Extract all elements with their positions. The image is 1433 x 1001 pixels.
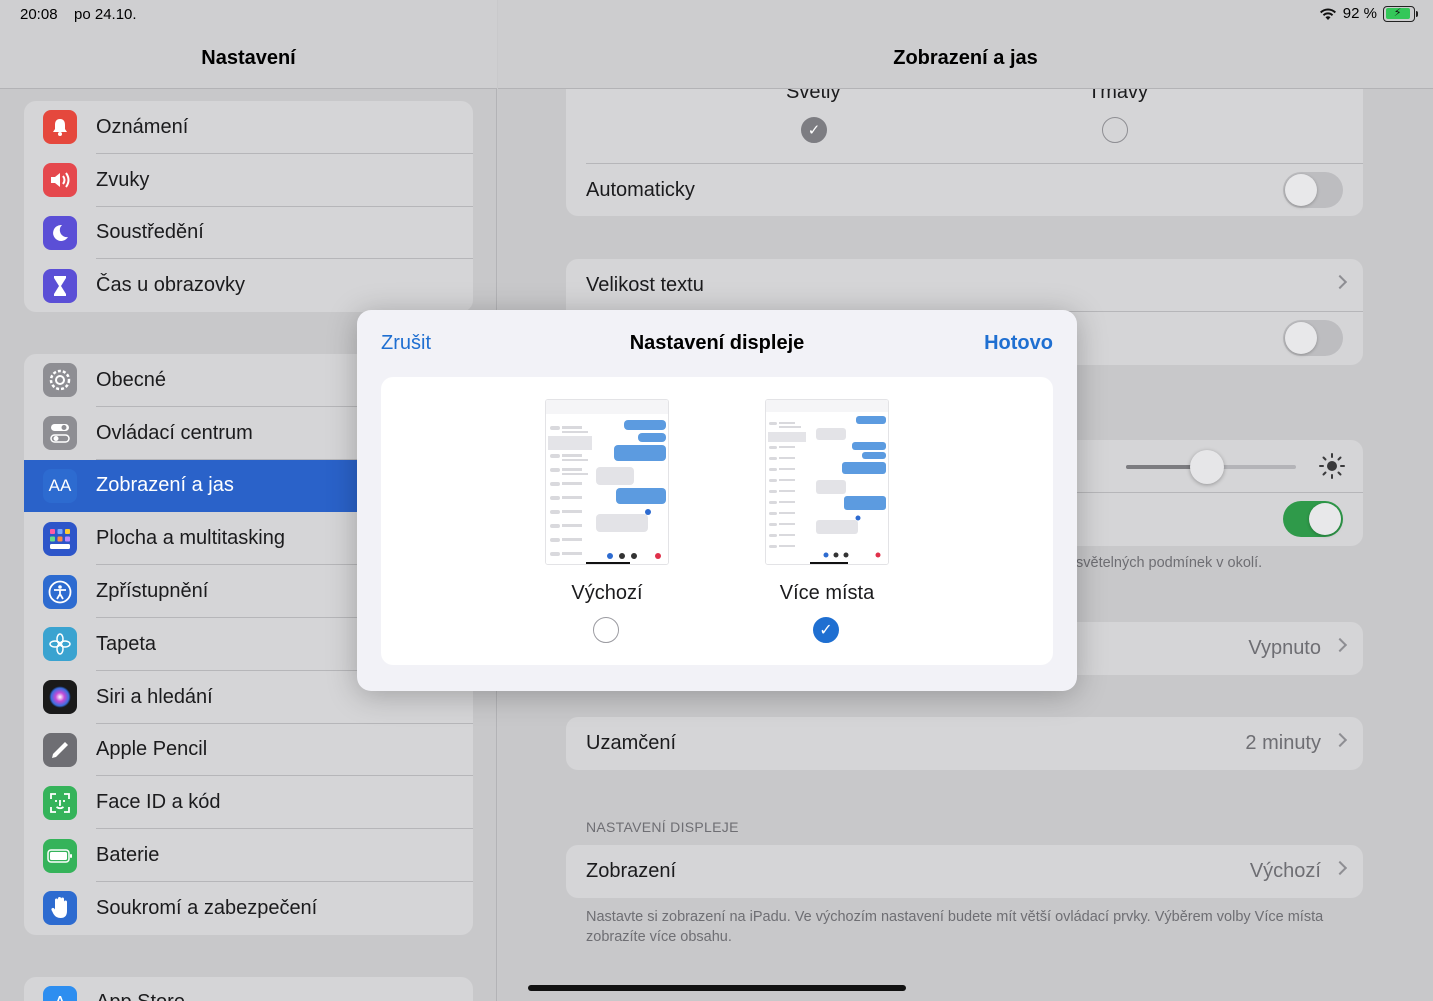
sidebar-group-1: Oznámení Zvuky Soustředění Čas u obrazov… bbox=[24, 101, 473, 313]
siri-icon bbox=[43, 680, 77, 715]
sidebar-item-battery[interactable]: Baterie bbox=[24, 829, 473, 882]
gear-icon bbox=[43, 363, 77, 398]
chevron-right-icon bbox=[1332, 860, 1348, 876]
auto-lock-card: Uzamčení 2 minuty bbox=[566, 717, 1363, 770]
sidebar-item-focus[interactable]: Soustředění bbox=[24, 207, 473, 260]
automatic-label: Automaticky bbox=[586, 179, 695, 201]
text-size-label: Velikost textu bbox=[586, 274, 704, 296]
option-more-space-radio[interactable]: ✓ bbox=[813, 617, 839, 643]
display-zoom-modal: Zrušit Nastavení displeje Hotovo Výchozí… bbox=[357, 310, 1077, 691]
sidebar-item-label: App Store bbox=[96, 991, 185, 1001]
default-preview-image bbox=[545, 399, 669, 565]
appearance-card: Světlý Tmavý ✓ Automaticky bbox=[566, 89, 1363, 216]
sidebar-item-label: Zobrazení a jas bbox=[96, 474, 234, 497]
sidebar-item-apple-pencil[interactable]: Apple Pencil bbox=[24, 724, 473, 777]
hand-icon bbox=[43, 891, 77, 926]
automatic-row: Automaticky bbox=[566, 164, 1363, 216]
sidebar-item-label: Siri a hledání bbox=[96, 685, 213, 708]
modal-title: Nastavení displeje bbox=[629, 332, 805, 354]
display-section-header: NASTAVENÍ DISPLEJE bbox=[586, 819, 739, 835]
display-zoom-card: Zobrazení Výchozí bbox=[566, 845, 1363, 898]
sidebar-item-faceid-passcode[interactable]: Face ID a kód bbox=[24, 776, 473, 830]
status-bar: 20:08 po 24.10. 92 % ⚡ bbox=[0, 0, 1433, 30]
sidebar-item-privacy-security[interactable]: Soukromí a zabezpečení bbox=[24, 882, 473, 935]
status-right: 92 % ⚡ bbox=[1319, 5, 1418, 22]
option-more-space-label: Více místa bbox=[779, 582, 875, 604]
sidebar-item-notifications[interactable]: Oznámení bbox=[24, 101, 473, 154]
more-space-preview-image bbox=[765, 399, 889, 565]
sidebar-item-label: Oznámení bbox=[96, 115, 189, 138]
appearance-light-label: Světlý bbox=[786, 89, 841, 103]
battery-percent: 92 % bbox=[1342, 5, 1377, 22]
status-date: po 24.10. bbox=[74, 6, 137, 23]
sidebar-item-label: Baterie bbox=[96, 844, 160, 867]
home-indicator[interactable] bbox=[528, 985, 906, 991]
auto-lock-row[interactable]: Uzamčení 2 minuty bbox=[566, 717, 1363, 770]
display-zoom-value: Výchozí bbox=[1249, 860, 1321, 882]
sidebar-item-label: Face ID a kód bbox=[96, 791, 221, 814]
chevron-right-icon bbox=[1332, 637, 1348, 653]
detail-title: Zobrazení a jas bbox=[893, 47, 1038, 69]
bold-text-toggle[interactable] bbox=[1283, 320, 1343, 356]
appearance-dark-radio[interactable] bbox=[1102, 117, 1128, 143]
battery-icon bbox=[43, 838, 77, 873]
option-default-label: Výchozí bbox=[571, 582, 643, 604]
text-size-icon: AA bbox=[43, 468, 77, 503]
bell-icon bbox=[43, 110, 77, 145]
appearance-dark-label: Tmavý bbox=[1088, 89, 1148, 103]
true-tone-toggle[interactable] bbox=[1283, 501, 1343, 537]
sidebar-item-sounds[interactable]: Zvuky bbox=[24, 154, 473, 207]
battery-icon: ⚡ bbox=[1383, 5, 1418, 22]
sidebar-item-label: Tapeta bbox=[96, 632, 157, 655]
sidebar-item-label: Obecné bbox=[96, 368, 167, 391]
display-options-card: Výchozí Více místa ✓ bbox=[381, 377, 1053, 665]
sidebar-item-label: Zpřístupnění bbox=[96, 580, 209, 603]
accessibility-icon bbox=[43, 574, 77, 609]
sidebar-item-label: Ovládací centrum bbox=[96, 421, 253, 444]
sidebar-item-label: Apple Pencil bbox=[96, 738, 208, 761]
sidebar-item-label: Plocha a multitasking bbox=[96, 527, 285, 550]
flower-icon bbox=[43, 627, 77, 662]
auto-lock-label: Uzamčení bbox=[586, 732, 677, 754]
option-more-space[interactable]: Více místa ✓ bbox=[765, 399, 889, 643]
sidebar-item-label: Čas u obrazovky bbox=[96, 274, 245, 297]
hourglass-icon bbox=[43, 268, 77, 303]
app-store-icon: A bbox=[43, 986, 77, 1001]
text-size-row[interactable]: Velikost textu bbox=[566, 259, 1363, 312]
option-default-radio[interactable] bbox=[593, 617, 619, 643]
appearance-light-radio[interactable]: ✓ bbox=[801, 117, 827, 143]
brightness-slider-thumb[interactable] bbox=[1190, 450, 1224, 484]
faceid-icon bbox=[43, 785, 77, 820]
display-zoom-footnote: Nastavte si zobrazení na iPadu. Ve výcho… bbox=[586, 909, 1324, 945]
display-zoom-label: Zobrazení bbox=[586, 860, 677, 882]
true-tone-footnote: světelných podmínek v okolí. bbox=[1076, 555, 1263, 571]
wifi-icon bbox=[1319, 7, 1336, 20]
auto-lock-value: 2 minuty bbox=[1245, 732, 1321, 754]
sidebar-item-screen-time[interactable]: Čas u obrazovky bbox=[24, 259, 473, 312]
sun-icon bbox=[1319, 453, 1345, 479]
moon-icon bbox=[43, 215, 77, 250]
status-time: 20:08 bbox=[20, 6, 58, 23]
option-default[interactable]: Výchozí bbox=[545, 399, 669, 643]
sidebar-item-label: Zvuky bbox=[96, 168, 150, 191]
night-shift-value: Vypnuto bbox=[1248, 637, 1321, 659]
sidebar-item-label: Soustředění bbox=[96, 221, 204, 244]
done-button[interactable]: Hotovo bbox=[984, 332, 1053, 355]
speaker-icon bbox=[43, 163, 77, 198]
display-zoom-row[interactable]: Zobrazení Výchozí bbox=[566, 845, 1363, 898]
sidebar-title: Nastavení bbox=[201, 47, 296, 69]
sidebar-item-label: Soukromí a zabezpečení bbox=[96, 896, 318, 919]
toggles-icon bbox=[43, 416, 77, 451]
chevron-right-icon bbox=[1332, 732, 1348, 748]
chevron-right-icon bbox=[1332, 274, 1348, 290]
sidebar-group-3: A App Store bbox=[24, 977, 473, 1001]
grid-icon bbox=[43, 521, 77, 556]
sidebar-item-app-store[interactable]: A App Store bbox=[24, 977, 473, 1001]
automatic-toggle[interactable] bbox=[1283, 172, 1343, 208]
pencil-icon bbox=[43, 732, 77, 767]
